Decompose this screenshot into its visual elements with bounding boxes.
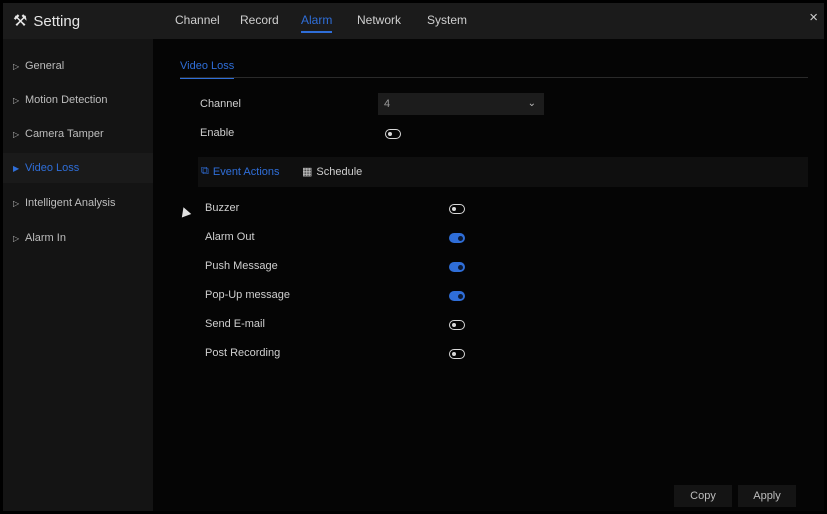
push-message-label: Push Message <box>205 260 278 272</box>
subtab-bar: ⧉ Event Actions ▦ Schedule <box>198 157 808 187</box>
app-title: ⚒ Setting <box>13 11 80 31</box>
buzzer-label: Buzzer <box>205 202 240 214</box>
app-title-text: Setting <box>33 12 81 30</box>
top-bar: ⚒ Setting Channel Record Alarm Network S… <box>3 3 824 39</box>
subtab-label: Event Actions <box>212 165 280 178</box>
sidebar-item-general[interactable]: ▷ General <box>3 51 153 81</box>
chevron-down-icon: ⌄ <box>527 98 536 109</box>
apply-button[interactable]: Apply <box>738 485 796 507</box>
enable-toggle[interactable] <box>385 129 401 139</box>
sidebar-item-label: Motion Detection <box>25 94 108 106</box>
section-tab-video-loss[interactable]: Video Loss <box>180 60 235 79</box>
sidebar-item-label: General <box>25 60 65 72</box>
triangle-right-icon: ▷ <box>13 199 20 208</box>
popup-message-toggle[interactable] <box>449 291 465 301</box>
post-recording-toggle[interactable] <box>449 349 465 359</box>
subtab-event-actions[interactable]: ⧉ Event Actions <box>201 165 280 178</box>
tab-channel[interactable]: Channel <box>175 13 220 27</box>
channel-label: Channel <box>200 98 241 110</box>
tab-record[interactable]: Record <box>240 13 279 27</box>
sidebar-item-video-loss[interactable]: ▶ Video Loss <box>3 153 153 183</box>
sidebar-item-intelligent-analysis[interactable]: ▷ Intelligent Analysis <box>3 188 153 218</box>
sidebar: ▷ General ▷ Motion Detection ▷ Camera Tampe… <box>3 39 153 511</box>
subtab-label: Schedule <box>316 165 363 178</box>
sidebar-item-label: Camera Tamper <box>25 128 104 140</box>
channel-value: 4 <box>384 98 391 110</box>
triangle-right-icon: ▷ <box>13 96 20 105</box>
close-icon[interactable]: × <box>809 9 818 26</box>
send-email-label: Send E-mail <box>205 318 265 330</box>
triangle-right-icon: ▷ <box>13 234 20 243</box>
push-message-toggle[interactable] <box>449 262 465 272</box>
sidebar-item-alarm-in[interactable]: ▷ Alarm In <box>3 223 153 253</box>
section-divider <box>180 77 808 78</box>
channel-select[interactable]: 4 ⌄ <box>378 93 544 115</box>
sidebar-item-motion-detection[interactable]: ▷ Motion Detection <box>3 85 153 115</box>
event-actions-icon: ⧉ <box>201 165 209 177</box>
subtab-schedule[interactable]: ▦ Schedule <box>302 165 363 179</box>
mouse-cursor-icon <box>178 205 192 218</box>
calendar-icon: ▦ <box>302 166 313 178</box>
triangle-right-icon: ▷ <box>13 130 20 139</box>
sidebar-item-camera-tamper[interactable]: ▷ Camera Tamper <box>3 119 153 149</box>
enable-label: Enable <box>200 127 235 139</box>
main-panel: Video Loss Channel 4 ⌄ Enable ⧉ Event Ac… <box>153 39 824 511</box>
triangle-right-icon: ▷ <box>13 62 20 71</box>
triangle-right-filled-icon: ▶ <box>13 164 20 173</box>
tab-network[interactable]: Network <box>357 13 401 27</box>
alarm-out-label: Alarm Out <box>205 231 255 243</box>
tools-icon: ⚒ <box>13 13 28 30</box>
tab-alarm[interactable]: Alarm <box>301 13 333 33</box>
alarm-out-toggle[interactable] <box>449 233 465 243</box>
sidebar-item-label: Alarm In <box>25 232 66 244</box>
sidebar-item-label: Video Loss <box>25 162 80 174</box>
send-email-toggle[interactable] <box>449 320 465 330</box>
sidebar-item-label: Intelligent Analysis <box>25 197 116 209</box>
settings-window: ⚒ Setting Channel Record Alarm Network S… <box>3 3 824 511</box>
popup-message-label: Pop-Up message <box>205 289 290 301</box>
buzzer-toggle[interactable] <box>449 204 465 214</box>
copy-button[interactable]: Copy <box>674 485 732 507</box>
post-recording-label: Post Recording <box>205 347 281 359</box>
tab-system[interactable]: System <box>427 13 467 27</box>
